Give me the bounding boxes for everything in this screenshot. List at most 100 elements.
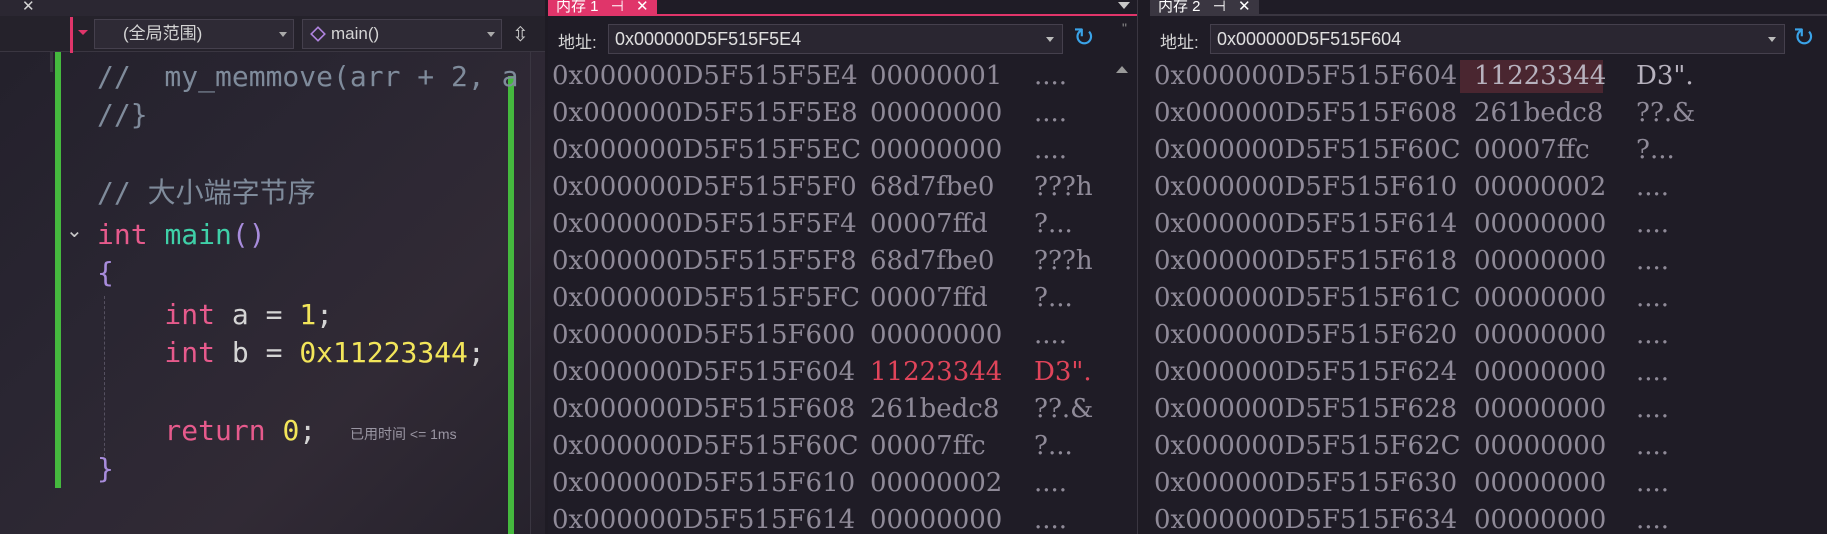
memory-row[interactable]: 0x000000D5F515F5E8 00000000.... — [552, 95, 1132, 132]
code-line[interactable]: // 大小端字节序 — [97, 174, 316, 212]
memory-2-tab[interactable]: 内存 2 ⊣ ✕ — [1150, 0, 1259, 14]
code-line[interactable]: int a = 1; — [97, 296, 333, 334]
code-token: () — [231, 218, 266, 251]
close-icon[interactable]: ✕ — [22, 0, 35, 15]
memory-row[interactable]: 0x000000D5F515F628 00000000.... — [1154, 391, 1734, 428]
memory-row[interactable]: 0x000000D5F515F610 00000002.... — [1154, 169, 1734, 206]
memory-address: 0x000000D5F515F5E4 — [552, 61, 858, 91]
elapsed-time-hint: 已用时间 <= 1ms — [350, 426, 457, 442]
memory-window-1: 内存 1 ⊣ ✕ 地址: 0x000000D5F515F5E4 ↻ " 0x00… — [548, 0, 1138, 534]
memory-row[interactable]: 0x000000D5F515F604 11223344 D3". — [1154, 58, 1734, 95]
memory-hex-value: 68d7fbe0 — [870, 246, 995, 276]
memory-row[interactable]: 0x000000D5F515F5F4 00007ffd?... — [552, 206, 1132, 243]
memory-row[interactable]: 0x000000D5F515F5F8 68d7fbe0 ???h — [552, 243, 1132, 280]
column-options-icon[interactable]: " — [1122, 20, 1127, 36]
memory-hex-value: 00000000 — [870, 320, 1003, 350]
memory-address: 0x000000D5F515F604 — [1154, 61, 1458, 91]
code-line[interactable]: //} — [97, 96, 148, 134]
memory-row[interactable]: 0x000000D5F515F600 00000000.... — [552, 317, 1132, 354]
address-input[interactable]: 0x000000D5F515F604 — [1210, 24, 1785, 54]
memory-ascii-value: .... — [1034, 320, 1068, 350]
code-token: } — [97, 452, 114, 485]
tab-underline — [548, 14, 1138, 16]
memory-ascii-value: .... — [1034, 468, 1068, 498]
function-dropdown[interactable]: main() — [302, 19, 502, 49]
scope-dropdown[interactable]: (全局范围) — [94, 19, 294, 49]
memory-row[interactable]: 0x000000D5F515F614 00000000.... — [1154, 206, 1734, 243]
window-menu-chevron-icon[interactable] — [1118, 2, 1130, 9]
code-line[interactable]: int main() — [97, 216, 266, 254]
refresh-icon[interactable]: ↻ — [1793, 22, 1815, 53]
code-line[interactable]: { — [97, 254, 114, 292]
memory-hex-value: 261bedc8 — [870, 394, 1000, 424]
memory-row[interactable]: 0x000000D5F515F618 00000000.... — [1154, 243, 1734, 280]
code-token: // my_memmove(arr + 2, a — [97, 60, 519, 93]
memory-ascii-value: ?... — [1636, 135, 1675, 165]
memory-address: 0x000000D5F515F608 — [552, 394, 856, 424]
memory-ascii-value: ?... — [1034, 283, 1073, 313]
code-token: int — [97, 218, 148, 251]
memory-ascii-value: .... — [1636, 283, 1670, 313]
memory-row[interactable]: 0x000000D5F515F60C 00007ffc?... — [1154, 132, 1734, 169]
memory-ascii-value: .... — [1034, 505, 1068, 534]
close-icon[interactable]: ✕ — [1238, 0, 1251, 14]
code-token: b = — [215, 336, 300, 369]
memory-row[interactable]: 0x000000D5F515F604 11223344 D3". — [552, 354, 1132, 391]
memory-hex-value: 261bedc8 — [1474, 98, 1604, 128]
project-dropdown-arrow-icon[interactable] — [78, 30, 88, 35]
refresh-icon[interactable]: ↻ — [1073, 22, 1095, 53]
pin-icon[interactable]: ⊣ — [1213, 0, 1226, 14]
memory-row[interactable]: 0x000000D5F515F60C 00007ffc?... — [552, 428, 1132, 465]
memory-row[interactable]: 0x000000D5F515F610 00000002.... — [552, 465, 1132, 502]
memory-1-tab[interactable]: 内存 1 ⊣ ✕ — [548, 0, 657, 14]
memory-hex-value: 00000000 — [1474, 431, 1607, 461]
memory-ascii-value: ?... — [1034, 431, 1073, 461]
memory-row[interactable]: 0x000000D5F515F5FC 00007ffd?... — [552, 280, 1132, 317]
code-line[interactable]: } — [97, 450, 114, 488]
method-cube-icon — [310, 26, 326, 42]
code-token: int — [97, 336, 216, 369]
change-indicator-bar — [508, 76, 514, 534]
code-line[interactable]: // my_memmove(arr + 2, a — [97, 58, 518, 96]
memory-row[interactable]: 0x000000D5F515F5EC 00000000.... — [552, 132, 1132, 169]
memory-row[interactable]: 0x000000D5F515F614 00000000.... — [552, 502, 1132, 534]
code-line[interactable]: return 0; — [97, 412, 316, 450]
navigation-accent-bar — [70, 17, 73, 53]
memory-row[interactable]: 0x000000D5F515F608 261bedc8 ??.& — [1154, 95, 1734, 132]
memory-row[interactable]: 0x000000D5F515F608 261bedc8 ??.& — [552, 391, 1132, 428]
memory-row[interactable]: 0x000000D5F515F62C 00000000.... — [1154, 428, 1734, 465]
address-label: 地址: — [558, 33, 597, 52]
scope-dropdown-value: (全局范围) — [123, 24, 203, 43]
memory-hex-value: 00007ffd — [870, 283, 988, 313]
memory-address: 0x000000D5F515F634 — [1154, 505, 1458, 534]
split-editor-icon[interactable]: ⇳ — [512, 22, 529, 47]
editor-scrollbar-track[interactable] — [530, 52, 531, 534]
memory-row[interactable]: 0x000000D5F515F630 00000000.... — [1154, 465, 1734, 502]
code-editor[interactable]: ✕ (全局范围) main() ⇳ // my_memmove(arr + 2,… — [0, 0, 545, 534]
memory-hex-value: 00000000 — [1474, 394, 1607, 424]
memory-hex-value: 00000000 — [1474, 246, 1607, 276]
pin-icon[interactable]: ⊣ — [611, 0, 624, 14]
code-line[interactable]: int b = 0x11223344; — [97, 334, 484, 372]
memory-hex-value: 00000002 — [1474, 172, 1607, 202]
memory-hex-value: 11223344 — [870, 357, 1003, 387]
memory-row[interactable]: 0x000000D5F515F634 00000000.... — [1154, 502, 1734, 534]
memory-ascii-value: .... — [1636, 468, 1670, 498]
memory-hex-value: 68d7fbe0 — [870, 172, 995, 202]
address-input-value: 0x000000D5F515F604 — [1217, 29, 1402, 49]
memory-row[interactable]: 0x000000D5F515F620 00000000.... — [1154, 317, 1734, 354]
memory-ascii-value: .... — [1636, 209, 1670, 239]
memory-address: 0x000000D5F515F614 — [1154, 209, 1458, 239]
memory-row[interactable]: 0x000000D5F515F5E4 00000001.... — [552, 58, 1132, 95]
close-icon[interactable]: ✕ — [636, 0, 649, 14]
memory-row[interactable]: 0x000000D5F515F61C 00000000.... — [1154, 280, 1734, 317]
pane-divider[interactable] — [1137, 0, 1138, 534]
memory-hex-value: 00000000 — [1474, 505, 1607, 534]
memory-ascii-value: .... — [1636, 320, 1670, 350]
chevron-down-icon[interactable]: ⌄ — [66, 218, 83, 243]
address-input[interactable]: 0x000000D5F515F5E4 — [608, 24, 1063, 54]
memory-row[interactable]: 0x000000D5F515F624 00000000.... — [1154, 354, 1734, 391]
memory-row[interactable]: 0x000000D5F515F5F0 68d7fbe0 ???h — [552, 169, 1132, 206]
memory-ascii-value: ?... — [1034, 209, 1073, 239]
memory-hex-value: 00000000 — [1474, 320, 1607, 350]
